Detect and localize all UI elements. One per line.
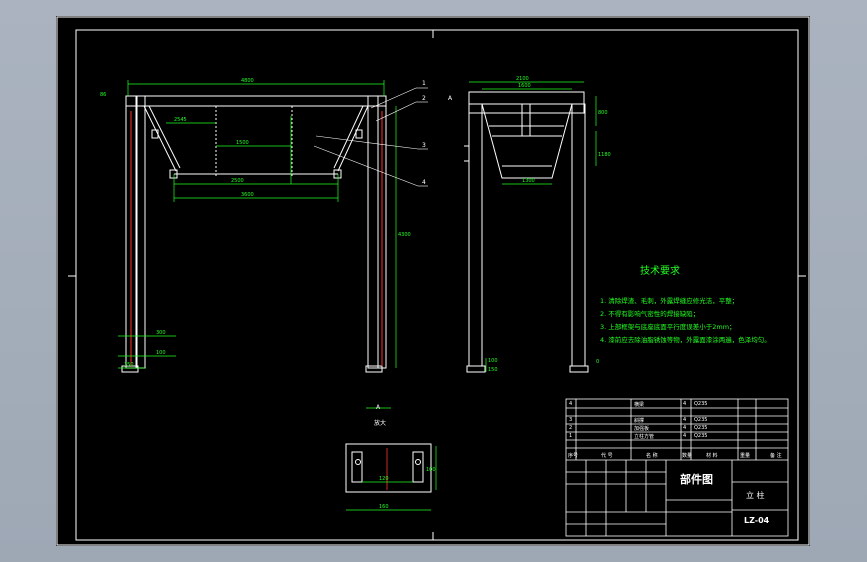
bom-row-no: 4 <box>569 401 573 407</box>
balloon-4: 4 <box>422 179 426 186</box>
svg-text:300: 300 <box>156 330 166 336</box>
balloon-2: 2 <box>422 95 426 102</box>
svg-text:2500: 2500 <box>231 178 244 184</box>
title-grid-glyphs: 序号 代 号 名 称 数量 材 料 重量 备 注 <box>568 452 782 459</box>
side-left-foot <box>466 365 486 373</box>
left-brace <box>143 105 177 172</box>
svg-text:4800: 4800 <box>241 78 254 84</box>
svg-text:100: 100 <box>488 358 498 364</box>
detail-tag: A <box>376 404 381 411</box>
leaders <box>313 87 428 187</box>
bom-row-mat: Q235 <box>694 417 708 423</box>
svg-text:代 号: 代 号 <box>601 452 613 459</box>
bom-row-no: 3 <box>569 417 573 423</box>
front-hidden <box>130 111 383 366</box>
drawing-number: LZ-04 <box>744 516 770 525</box>
balloon-3: 3 <box>422 142 426 149</box>
right-column <box>367 95 379 369</box>
tech-item: 3. 上部框架与底座底面平行度误差小于2mm； <box>600 323 736 331</box>
side-view <box>464 91 589 373</box>
svg-text:1500: 1500 <box>236 140 249 146</box>
svg-text:2545: 2545 <box>174 117 187 123</box>
bom-row-mat: Q235 <box>694 401 708 407</box>
tech-title: 技术要求 <box>640 266 680 277</box>
svg-text:4300: 4300 <box>398 232 411 238</box>
bom-row-qty: 4 <box>683 401 687 407</box>
svg-text:名 称: 名 称 <box>646 452 658 459</box>
drawing-sheet: 4800 2545 2500 3600 1500 4300 300 100 35… <box>56 16 810 546</box>
svg-text:350: 350 <box>124 362 134 368</box>
tech-item: 1. 清除焊渣、毛刺，外露焊缝应修光洁，平整； <box>600 297 739 305</box>
side-right-leg <box>571 103 586 367</box>
drawing-kind: 部件图 <box>680 473 713 486</box>
bom-row-no: 2 <box>569 425 573 431</box>
front-dims <box>118 80 397 369</box>
bom-row-qty: 4 <box>683 417 687 423</box>
svg-text:120: 120 <box>379 476 389 482</box>
tech-item: 2. 不得有影响气密性的焊接缺陷； <box>600 310 700 318</box>
tech-item: 4. 漆前应去除油脂锈蚀等物，外露面漆涂两遍，色泽均匀。 <box>600 336 771 344</box>
bom-row-qty: 4 <box>683 433 687 439</box>
svg-text:150: 150 <box>488 367 498 373</box>
cad-drawing: 4800 2545 2500 3600 1500 4300 300 100 35… <box>56 16 810 546</box>
side-frame-trapezoid <box>481 103 573 179</box>
svg-text:重量: 重量 <box>740 452 750 459</box>
bom-row-name: 立柱方管 <box>634 434 655 440</box>
svg-text:备 注: 备 注 <box>770 452 782 459</box>
top-beam <box>125 95 387 107</box>
svg-text:100: 100 <box>426 467 436 473</box>
svg-text:100: 100 <box>156 350 166 356</box>
detail-scale: 放大 <box>374 420 387 427</box>
bom-row-name: 斜撑 <box>634 418 645 424</box>
side-left-leg <box>468 103 483 367</box>
svg-text:数量: 数量 <box>682 452 692 459</box>
svg-text:86: 86 <box>100 92 106 98</box>
detail-view <box>345 443 432 493</box>
bom-row-name: 横梁 <box>634 402 645 408</box>
front-dim-text: 4800 2545 2500 3600 1500 4300 300 100 35… <box>100 78 411 368</box>
balloon-1: 1 <box>422 80 426 87</box>
side-top-frame <box>468 91 585 105</box>
svg-text:0: 0 <box>596 359 599 365</box>
bom-row-name: 加强板 <box>634 426 650 432</box>
svg-text:800: 800 <box>598 110 608 116</box>
bom-row-no: 1 <box>569 433 573 439</box>
detail-box <box>345 443 432 493</box>
svg-text:材 料: 材 料 <box>706 452 718 459</box>
svg-text:2100: 2100 <box>516 76 529 82</box>
svg-text:1180: 1180 <box>598 152 611 158</box>
svg-text:1300: 1300 <box>522 178 535 184</box>
bom-row-mat: Q235 <box>694 425 708 431</box>
bom-row-qty: 4 <box>683 425 687 431</box>
svg-text:3600: 3600 <box>241 192 254 198</box>
part-name: 立 柱 <box>746 491 765 500</box>
side-right-foot <box>569 365 589 373</box>
svg-text:160: 160 <box>379 504 389 510</box>
svg-text:1600: 1600 <box>518 83 531 89</box>
side-view-tag: A <box>448 95 453 102</box>
bom-row-mat: Q235 <box>694 433 708 439</box>
side-dim-text: 2100 1600 1300 800 1180 100 150 0 <box>488 76 611 373</box>
svg-text:序号: 序号 <box>568 452 578 459</box>
